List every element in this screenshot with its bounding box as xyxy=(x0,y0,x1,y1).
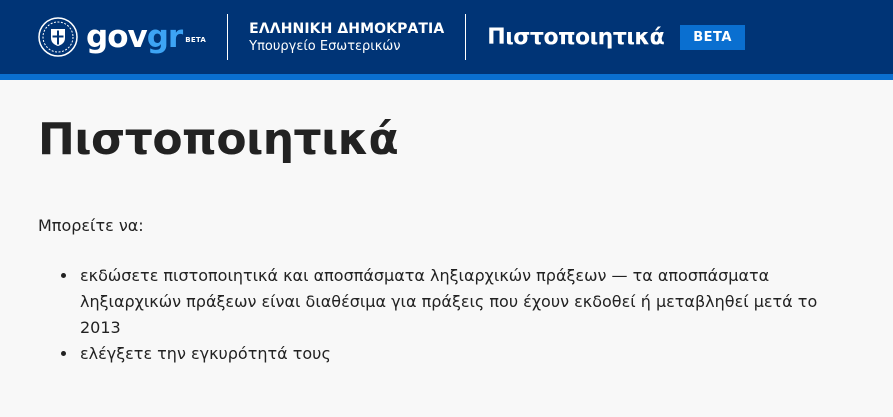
list-item: ελέγξετε την εγκυρότητά τους xyxy=(78,341,855,367)
logo-beta-tag: BETA xyxy=(185,35,207,44)
ministry-title: ΕΛΛΗΝΙΚΗ ΔΗΜΟΚΡΑΤΙΑ xyxy=(249,20,445,37)
service-title-link[interactable]: Πιστοποιητικά xyxy=(487,25,664,50)
capabilities-list: εκδώσετε πιστοποιητικά και αποσπάσματα λ… xyxy=(38,263,855,367)
page-title: Πιστοποιητικά xyxy=(38,114,399,165)
logo-gov-text: gov xyxy=(86,18,148,55)
header-accent-stripe xyxy=(0,74,893,80)
main-content: Πιστοποιητικά Μπορείτε να: εκδώσετε πιστ… xyxy=(0,114,893,367)
ministry-subtitle: Υπουργείο Εσωτερικών xyxy=(249,38,401,54)
govgr-logo: gov gr BETA xyxy=(86,18,207,55)
list-item: εκδώσετε πιστοποιητικά και αποσπάσματα λ… xyxy=(78,263,855,341)
greek-emblem-icon xyxy=(38,17,78,57)
govgr-home-link[interactable]: gov gr BETA xyxy=(38,17,206,57)
intro-text: Μπορείτε να: xyxy=(38,216,144,236)
beta-badge: BETA xyxy=(680,24,745,50)
ministry-block: ΕΛΛΗΝΙΚΗ ΔΗΜΟΚΡΑΤΙΑ Υπουργείο Εσωτερικών xyxy=(249,21,444,54)
header-divider xyxy=(227,14,229,60)
site-header: gov gr BETA ΕΛΛΗΝΙΚΗ ΔΗΜΟΚΡΑΤΙΑ Υπουργείο … xyxy=(0,0,893,74)
header-divider xyxy=(465,14,467,60)
logo-gr-text: gr xyxy=(146,18,183,55)
